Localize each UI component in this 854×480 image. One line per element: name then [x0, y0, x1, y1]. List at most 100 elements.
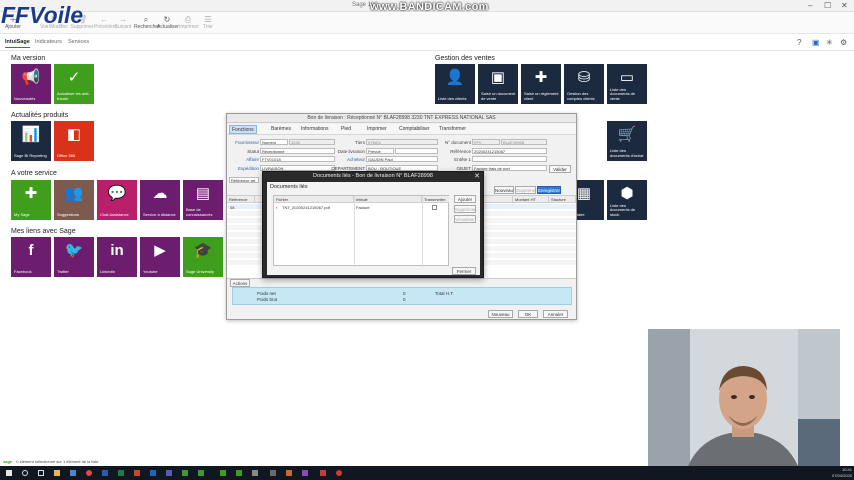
fonctions-menu[interactable]: Fonctions — [229, 125, 257, 134]
grid-header-montant[interactable]: Montant HT — [513, 196, 549, 203]
column-intitule[interactable]: Intitulé — [354, 196, 422, 203]
ndocument-field[interactable]: BLAF28998 — [501, 139, 547, 145]
app-icon[interactable] — [252, 470, 258, 476]
supprimer-line-button[interactable]: Supprimer — [515, 186, 537, 194]
fournisseur-number[interactable]: 3230 — [289, 139, 335, 145]
refresh-button[interactable]: ↻ Actualiser — [157, 16, 179, 30]
statut-select[interactable]: Réceptionné — [260, 148, 335, 154]
tile-documents-achat[interactable]: 🛒 Liste des documents d'achat — [607, 121, 647, 161]
start-icon[interactable] — [6, 470, 12, 476]
bandicam-icon[interactable] — [336, 470, 342, 476]
minimize-icon[interactable]: – — [808, 1, 812, 10]
lightbulb-icon[interactable]: ✳ — [826, 38, 833, 47]
notification-icon[interactable]: ▣ — [812, 38, 820, 47]
app-2-icon[interactable] — [270, 470, 276, 476]
previous-button[interactable]: ← Précédent — [94, 16, 117, 30]
tile-remote[interactable]: ☁ Service à distance — [140, 180, 180, 220]
baremes-menu[interactable]: Barèmes — [271, 126, 291, 132]
affaire-select[interactable]: FTV01018 — [260, 156, 335, 162]
transformer-button[interactable]: Transformer — [439, 126, 466, 132]
app-4-icon[interactable] — [302, 470, 308, 476]
teams-icon[interactable] — [166, 470, 172, 476]
maximize-icon[interactable]: ☐ — [824, 1, 831, 10]
tile-liste-clients[interactable]: 👤 Liste des clients — [435, 64, 475, 104]
tiers-field[interactable]: 0TNEX — [366, 139, 438, 145]
search-button[interactable]: ⌕ Rechercher — [134, 16, 160, 30]
help-icon[interactable]: ? — [797, 38, 801, 47]
tile-knowledge[interactable]: ▤ Base de connaissances — [183, 180, 223, 220]
tile-nouveautes[interactable]: 📢 Nouveautés — [11, 64, 51, 104]
sage-compta-icon[interactable] — [236, 470, 242, 476]
sage-gestion-icon[interactable] — [220, 470, 226, 476]
imprimer-menu[interactable]: Imprimer — [367, 126, 387, 132]
app-3-icon[interactable] — [286, 470, 292, 476]
tile-saisir-vente[interactable]: ▣ Saisir un document de vente — [478, 64, 518, 104]
supprimer-button[interactable]: Supprimer — [454, 205, 476, 213]
word-icon[interactable] — [102, 470, 108, 476]
tile-mysage[interactable]: ✚ My Sage — [11, 180, 51, 220]
tile-sage-bi[interactable]: 📊 Sage BI Reporting — [11, 121, 51, 161]
tile-comptes-clients[interactable]: ⛁ Gestion des comptes clients — [564, 64, 604, 104]
next-button[interactable]: → Suivant — [114, 16, 132, 30]
tile-antifraude[interactable]: ✓ Actualiser les anti-fraude — [54, 64, 94, 104]
tile-linkedin[interactable]: in LinkedIn — [97, 237, 137, 277]
task-view-icon[interactable] — [38, 470, 44, 476]
sort-button[interactable]: ☰ Trier — [202, 16, 214, 30]
entete1-field[interactable] — [472, 156, 547, 162]
valider-button[interactable]: Valider — [549, 165, 571, 173]
documents-table[interactable]: Fichier Intitulé Transmettre ▪ TNT_20200… — [273, 195, 449, 267]
close-icon[interactable]: ✕ — [474, 172, 480, 181]
chrome-icon[interactable] — [86, 470, 92, 476]
settings-icon[interactable]: ⚙ — [840, 38, 847, 47]
column-fichier[interactable]: Fichier — [274, 196, 354, 203]
tile-sage-university[interactable]: 🎓 Sage University — [183, 237, 223, 277]
informations-menu[interactable]: Informations — [301, 126, 329, 132]
visualiser-button[interactable]: Visualiser — [454, 215, 476, 223]
actions-menu[interactable]: Actions — [230, 279, 250, 287]
powerpoint-icon[interactable] — [134, 470, 140, 476]
pied-menu[interactable]: Pied — [341, 126, 351, 132]
sage-app-icon[interactable] — [182, 470, 188, 476]
tile-youtube[interactable]: ▶ Youtube — [140, 237, 180, 277]
annuler-button[interactable]: Annuler — [543, 310, 568, 318]
nouveau-button[interactable]: Nouveau — [488, 310, 513, 318]
fournisseur-type-select[interactable]: Numéro — [260, 139, 288, 145]
tile-saisir-reglement[interactable]: ✚ Saisir un règlement client — [521, 64, 561, 104]
tile-suggestions[interactable]: 👥 Suggestions — [54, 180, 94, 220]
column-transmettre[interactable]: Transmettre — [422, 196, 449, 203]
tile-office365[interactable]: ◧ Office 365 — [54, 121, 94, 161]
ok-button[interactable]: OK — [518, 310, 538, 318]
datelivraison-type[interactable]: Prévue — [366, 148, 394, 154]
tile-chat[interactable]: 💬 Chat Assistance — [97, 180, 137, 220]
enregistrer-line-button[interactable]: Enregistrer — [537, 186, 561, 194]
datelivraison-field[interactable] — [395, 148, 438, 154]
table-row[interactable]: ▪ TNT_20200241215067.pdf Facture — [274, 204, 448, 211]
app-5-icon[interactable] — [320, 470, 326, 476]
explorer-icon[interactable] — [54, 470, 60, 476]
ndocument-prefix[interactable]: FFV — [472, 139, 500, 145]
tile-twitter[interactable]: 🐦 Twitter — [54, 237, 94, 277]
sage-app-2-icon[interactable] — [198, 470, 204, 476]
nouveau-line-button[interactable]: Nouveau — [494, 186, 514, 194]
tile-documents-vente[interactable]: ▭ Liste des documents de vente — [607, 64, 647, 104]
tab-intuisage[interactable]: IntuiSage — [5, 39, 30, 48]
tab-services[interactable]: Services — [68, 39, 89, 45]
grid-header-reference[interactable]: Référence a... — [227, 196, 255, 209]
close-icon[interactable]: ✕ — [841, 1, 848, 10]
excel-icon[interactable] — [118, 470, 124, 476]
fermer-button[interactable]: Fermer — [452, 267, 476, 275]
transmettre-checkbox[interactable] — [432, 205, 437, 210]
comptabiliser-button[interactable]: Comptabiliser — [399, 126, 430, 132]
edge-icon[interactable] — [70, 470, 76, 476]
outlook-icon[interactable] — [150, 470, 156, 476]
ajouter-button[interactable]: Ajouter — [454, 195, 476, 203]
grid-header-sfacture[interactable]: Sfacture — [549, 196, 576, 203]
tab-indicateurs[interactable]: Indicateurs — [35, 39, 62, 45]
taskbar-clock[interactable]: 10:41 07/04/2020 — [818, 467, 852, 479]
search-icon[interactable] — [22, 470, 28, 476]
print-button[interactable]: ⎙ Imprimer — [179, 16, 199, 30]
reference-article-field[interactable]: Référence art — [229, 177, 259, 183]
tile-documents-stock[interactable]: ⬢ Liste des documents de stock — [607, 180, 647, 220]
reference-field[interactable]: 20200241215067 — [472, 148, 547, 154]
acheteur-select[interactable]: GAUDIN Paul — [366, 156, 438, 162]
